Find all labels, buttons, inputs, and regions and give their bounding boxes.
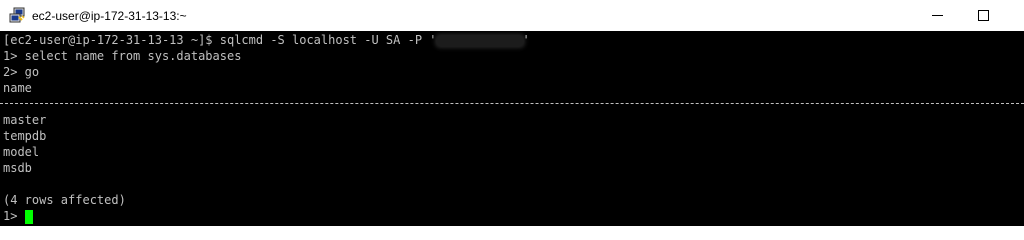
- terminal-output[interactable]: [ec2-user@ip-172-31-13-13 ~]$ sqlcmd -S …: [0, 31, 1024, 226]
- dashed-separator: [0, 103, 1024, 104]
- terminal-window: ec2-user@ip-172-31-13-13:~ [ec2-user@ip-…: [0, 0, 1024, 226]
- result-row: master: [3, 113, 47, 127]
- maximize-icon: [977, 10, 989, 21]
- command-text: sqlcmd -S localhost -U SA -P ': [219, 33, 437, 47]
- sqlcmd-prompt: 1>: [3, 209, 25, 223]
- text-cursor: [24, 209, 33, 224]
- shell-prompt: [ec2-user@ip-172-31-13-13 ~]$: [3, 33, 220, 47]
- command-tail: ': [522, 33, 530, 47]
- result-row: msdb: [3, 161, 32, 175]
- maximize-button[interactable]: [960, 0, 1006, 31]
- sql-line: 1> select name from sys.databases: [3, 49, 242, 63]
- putty-icon[interactable]: [9, 7, 25, 23]
- sql-line: 2> go: [3, 65, 40, 79]
- input-line[interactable]: 1>: [3, 208, 530, 224]
- result-row: model: [3, 145, 40, 159]
- column-header: name: [3, 81, 32, 95]
- minimize-button[interactable]: [914, 0, 960, 31]
- minimize-icon: [931, 15, 943, 16]
- redacted-password: [436, 35, 523, 46]
- separator-line: [3, 96, 530, 112]
- command-line: [ec2-user@ip-172-31-13-13 ~]$ sqlcmd -S …: [3, 32, 530, 48]
- window-title: ec2-user@ip-172-31-13-13:~: [32, 9, 187, 23]
- result-row: tempdb: [3, 129, 47, 143]
- title-bar[interactable]: ec2-user@ip-172-31-13-13:~: [0, 0, 1024, 31]
- result-summary: (4 rows affected): [3, 193, 126, 207]
